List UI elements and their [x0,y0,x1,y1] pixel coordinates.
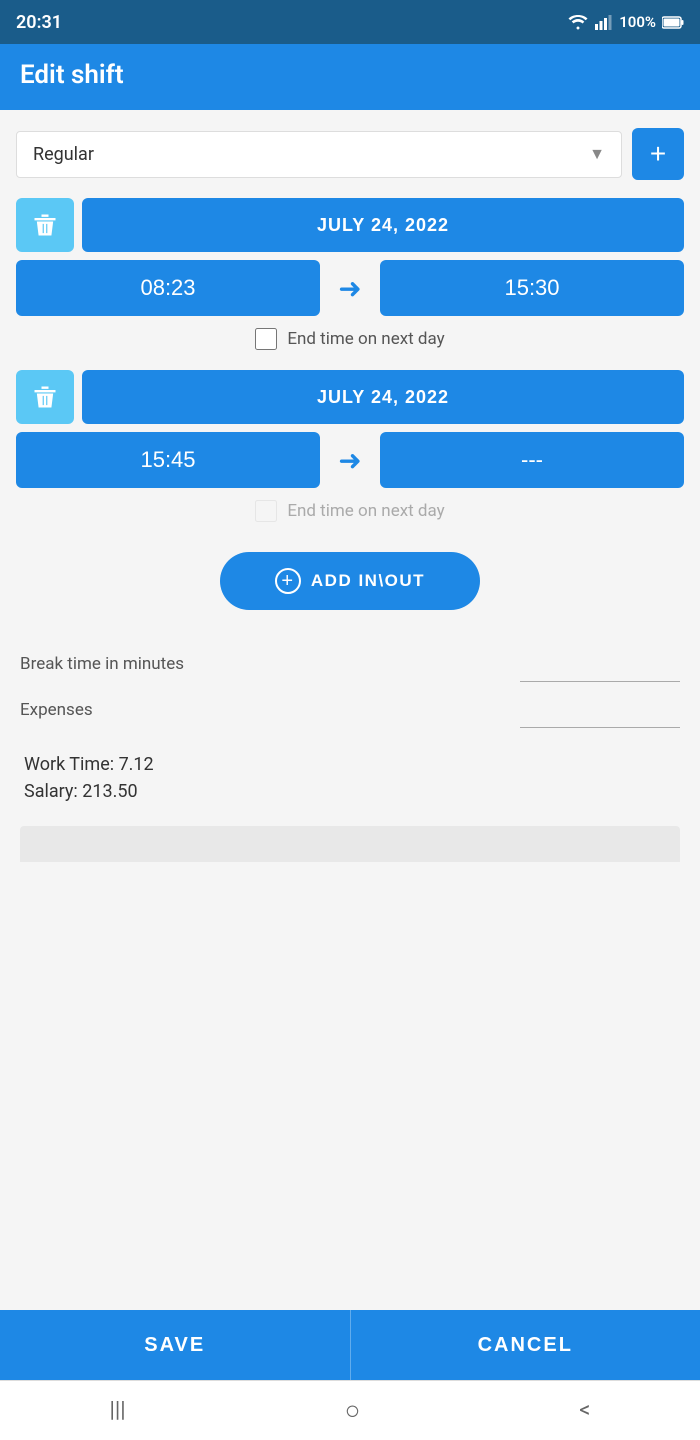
info-section: Break time in minutes Expenses Work Time… [16,654,684,862]
expenses-label: Expenses [20,700,93,720]
shift2-date-button[interactable]: JULY 24, 2022 [82,370,684,424]
shift-type-dropdown[interactable]: Regular ▼ [16,131,622,178]
expenses-input[interactable] [520,700,680,728]
trash-icon-2 [31,383,59,411]
nav-bar: ||| ○ < [0,1380,700,1440]
shift2-start-time-button[interactable]: 15:45 [16,432,320,488]
shift-type-label: Regular [33,144,94,165]
shift-block-2: JULY 24, 2022 15:45 ➜ --- End time on ne… [16,370,684,522]
shift-block-1: JULY 24, 2022 08:23 ➜ 15:30 End time on … [16,198,684,350]
shift1-next-day-checkbox[interactable] [255,328,277,350]
shift1-time-row: 08:23 ➜ 15:30 [16,260,684,316]
add-shift-button[interactable]: + [632,128,684,180]
shift-type-row: Regular ▼ + [16,128,684,180]
shift1-next-day-label: End time on next day [287,329,444,349]
shift1-next-day-row: End time on next day [16,328,684,350]
expenses-field: Expenses [20,700,680,728]
signal-icon [595,14,613,30]
work-info: Work Time: 7.12 Salary: 213.50 [20,746,680,816]
shift1-start-time-button[interactable]: 08:23 [16,260,320,316]
arrow-right-icon-2: ➜ [328,444,372,477]
partial-row [20,826,680,862]
break-time-field: Break time in minutes [20,654,680,682]
status-time: 20:31 [16,12,62,33]
shift1-date-button[interactable]: JULY 24, 2022 [82,198,684,252]
salary-display: Salary: 213.50 [24,781,676,802]
break-time-input[interactable] [520,654,680,682]
shift2-next-day-row: End time on next day [16,500,684,522]
shift2-time-row: 15:45 ➜ --- [16,432,684,488]
arrow-right-icon: ➜ [328,272,372,305]
cancel-button[interactable]: CANCEL [350,1310,700,1380]
shift2-end-time-button[interactable]: --- [380,432,684,488]
add-inout-button[interactable]: + ADD IN\OUT [220,552,480,610]
nav-home-icon[interactable]: ○ [345,1395,361,1426]
main-content: Regular ▼ + JULY 24, 2022 08:23 ➜ 15:30 … [0,110,700,1310]
dropdown-arrow-icon: ▼ [589,144,605,164]
battery-percent: 100% [619,13,656,31]
break-time-label: Break time in minutes [20,654,184,674]
status-icons: 100% [567,13,684,31]
trash-icon [31,211,59,239]
page-title: Edit shift [20,60,124,90]
nav-back-icon[interactable]: < [579,1398,590,1423]
shift2-next-day-checkbox [255,500,277,522]
status-bar: 20:31 100% [0,0,700,44]
shift1-date-row: JULY 24, 2022 [16,198,684,252]
shift2-delete-button[interactable] [16,370,74,424]
header: Edit shift [0,44,700,110]
nav-menu-icon[interactable]: ||| [109,1398,125,1423]
bottom-buttons: SAVE CANCEL [0,1310,700,1380]
plus-circle-icon: + [275,568,301,594]
shift2-date-row: JULY 24, 2022 [16,370,684,424]
add-inout-label: ADD IN\OUT [311,571,425,591]
shift1-delete-button[interactable] [16,198,74,252]
work-time-display: Work Time: 7.12 [24,754,676,775]
shift2-next-day-label: End time on next day [287,501,444,521]
shift1-end-time-button[interactable]: 15:30 [380,260,684,316]
battery-icon [662,16,684,29]
wifi-icon [567,14,589,30]
save-button[interactable]: SAVE [0,1310,350,1380]
